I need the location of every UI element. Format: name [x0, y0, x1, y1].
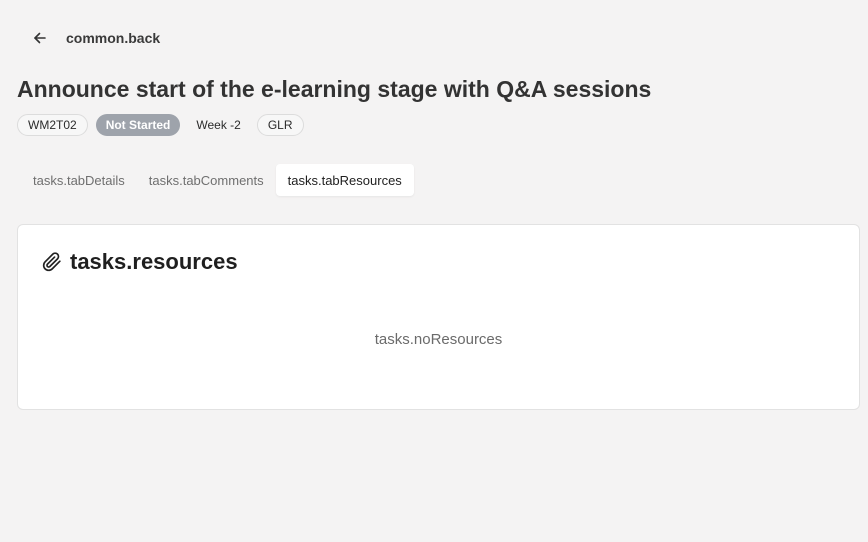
resources-title: tasks.resources: [70, 249, 238, 274]
group-badge: GLR: [256, 114, 304, 136]
task-badges: WM2T02 Not Started Week -2 GLR: [17, 114, 304, 136]
arrow-left-icon: [26, 26, 54, 50]
tab-comments[interactable]: tasks.tabComments: [137, 164, 276, 196]
tab-details[interactable]: tasks.tabDetails: [21, 164, 137, 196]
resources-card: tasks.resources tasks.noResources: [17, 224, 860, 410]
task-code-badge: WM2T02: [17, 114, 88, 136]
empty-state-text: tasks.noResources: [374, 331, 503, 348]
tab-resources[interactable]: tasks.tabResources: [275, 164, 414, 196]
week-badge: Week -2: [196, 118, 241, 132]
page-title: Announce start of the e-learning stage w…: [17, 76, 652, 102]
resources-header: tasks.resources: [42, 249, 238, 275]
task-tabs: tasks.tabDetails tasks.tabComments tasks…: [21, 164, 414, 196]
back-button[interactable]: common.back: [26, 26, 160, 50]
back-label: common.back: [66, 30, 161, 46]
paperclip-icon: [42, 252, 62, 272]
status-badge: Not Started: [95, 114, 181, 136]
